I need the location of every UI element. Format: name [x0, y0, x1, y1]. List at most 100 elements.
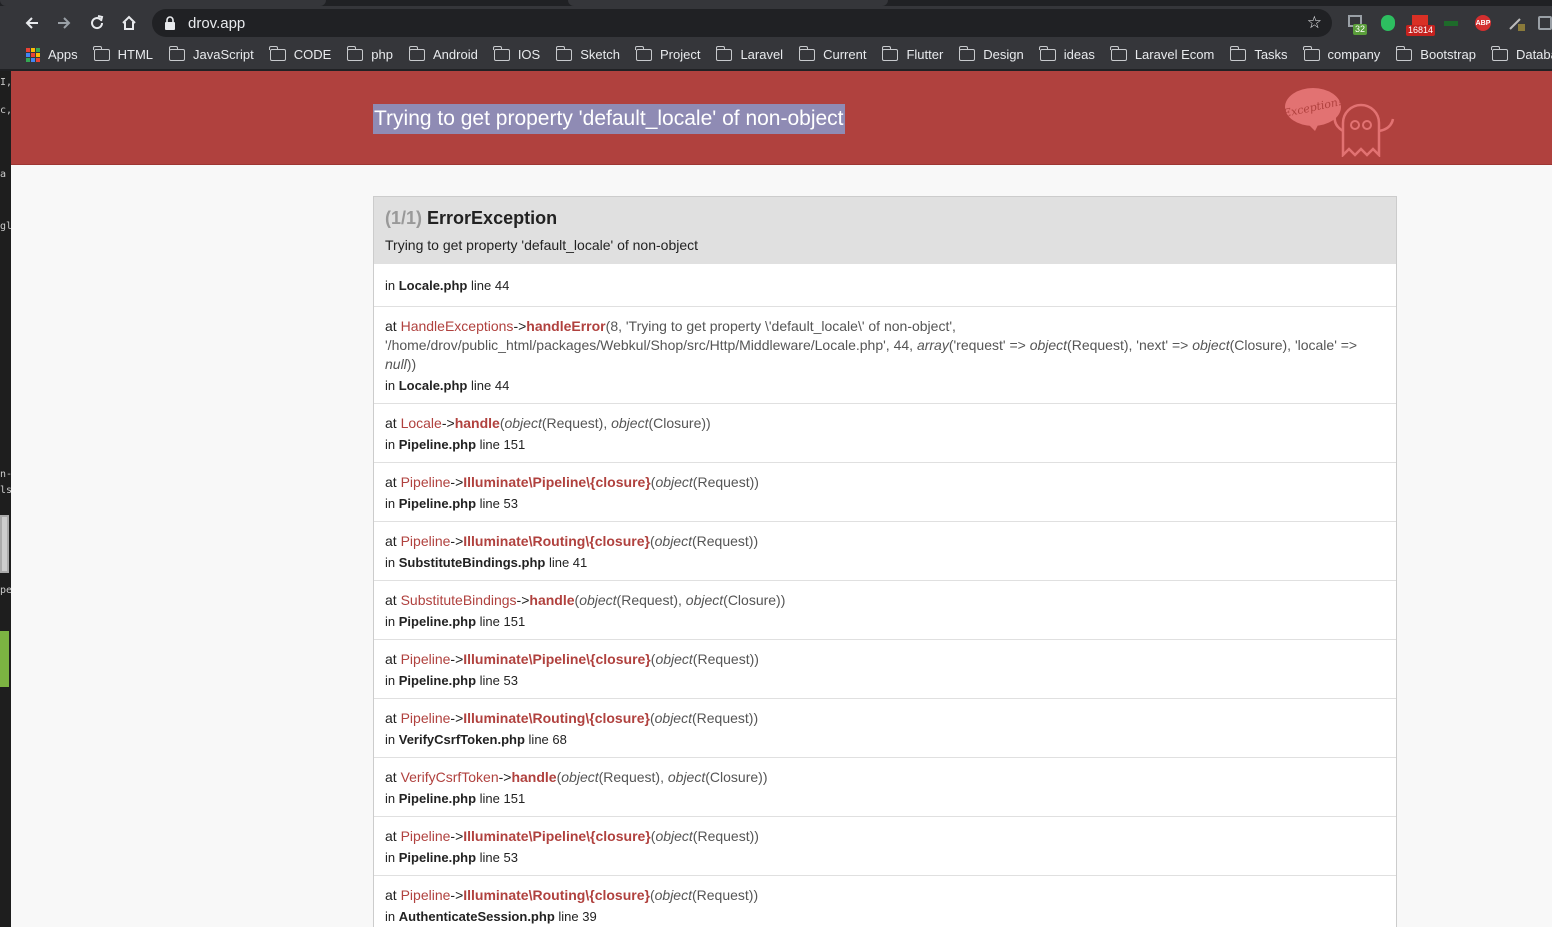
stack-trace-row: at Pipeline->Illuminate\Routing\{closure… — [374, 875, 1396, 927]
background-text: gl — [0, 221, 11, 232]
exception-message-title: Trying to get property 'default_locale' … — [373, 104, 845, 134]
background-text: pe — [0, 585, 11, 596]
bookmark-folder[interactable]: Databas — [1491, 45, 1552, 62]
trace-line: line 39 — [558, 909, 597, 924]
trace-arrow: -> — [450, 474, 464, 490]
bookmark-star-icon[interactable]: ☆ — [1307, 13, 1322, 33]
trace-line: line 151 — [479, 791, 526, 806]
trace-class: HandleExceptions — [400, 318, 514, 334]
trace-function: Illuminate\Routing\{closure} — [463, 710, 650, 726]
bookmark-folder[interactable]: Laravel — [715, 45, 783, 62]
background-thumbnail — [0, 515, 9, 573]
bookmark-label: HTML — [117, 47, 154, 62]
pencil-extension-icon[interactable] — [1507, 13, 1527, 33]
folder-icon — [346, 45, 364, 61]
folder-icon — [715, 45, 733, 61]
bookmark-folder[interactable]: HTML — [93, 45, 154, 62]
trace-function: handle — [511, 769, 557, 785]
url-text: drov.app — [188, 14, 246, 32]
trace-line: line 53 — [479, 673, 518, 688]
trace-arguments: (object(Request)) — [649, 710, 759, 726]
bookmark-label: company — [1327, 47, 1381, 62]
trace-file: AuthenticateSession.php — [398, 909, 555, 924]
address-bar[interactable]: drov.app ☆ — [152, 9, 1332, 37]
trace-function: Illuminate\Routing\{closure} — [463, 533, 650, 549]
trace-file: Pipeline.php — [398, 437, 477, 452]
arrow-right-icon — [58, 17, 71, 29]
bookmark-apps[interactable]: Apps — [26, 47, 78, 62]
trace-file: Locale.php — [398, 278, 468, 293]
trace-class: Pipeline — [400, 533, 451, 549]
trace-location: in Locale.php line 44 — [374, 263, 1396, 306]
extension-green-icon[interactable] — [1442, 13, 1462, 33]
bookmark-folder[interactable]: Laravel Ecom — [1110, 45, 1214, 62]
stack-trace-row: at Pipeline->Illuminate\Routing\{closure… — [374, 521, 1396, 580]
bookmark-label: Current — [823, 47, 867, 62]
bookmark-folder[interactable]: company — [1303, 45, 1381, 62]
trace-class: Pipeline — [400, 710, 451, 726]
trace-location: in Pipeline.php line 53 — [385, 850, 518, 865]
background-thumbnail — [0, 631, 9, 687]
folder-icon — [555, 45, 573, 61]
trace-line: line 41 — [548, 555, 588, 570]
stack-trace-row: at VerifyCsrfToken->handle(object(Reques… — [374, 757, 1396, 816]
bookmark-folder[interactable]: php — [346, 45, 393, 62]
trace-arguments: (object(Request), object(Closure)) — [556, 769, 768, 785]
page-viewport: Trying to get property 'default_locale' … — [11, 71, 1552, 927]
bookmark-folder[interactable]: ideas — [1039, 45, 1095, 62]
trace-location: in VerifyCsrfToken.php line 68 — [385, 732, 567, 747]
folder-icon — [1395, 45, 1413, 61]
bookmark-label: Android — [433, 47, 478, 62]
trace-class: Pipeline — [400, 828, 451, 844]
background-text: a — [0, 169, 7, 180]
bookmark-folder[interactable]: Android — [408, 45, 478, 62]
trace-file: VerifyCsrfToken.php — [398, 732, 525, 747]
trace-class: SubstituteBindings — [400, 592, 517, 608]
bookmark-folder[interactable]: Sketch — [555, 45, 620, 62]
bookmark-folder[interactable]: Tasks — [1229, 45, 1288, 62]
back-button[interactable] — [18, 9, 46, 37]
trace-function: Illuminate\Routing\{closure} — [463, 887, 650, 903]
trace-file: Locale.php — [398, 378, 468, 393]
trace-arguments: (object(Request)) — [649, 533, 759, 549]
evernote-icon[interactable] — [1378, 13, 1398, 33]
extension-checkbox-icon[interactable] — [1536, 13, 1552, 33]
forward-button[interactable] — [50, 9, 78, 37]
bookmark-label: IOS — [517, 47, 541, 62]
folder-icon — [1491, 45, 1508, 61]
folder-icon — [493, 45, 510, 61]
bookmark-folder[interactable]: JavaScript — [168, 45, 254, 62]
bookmark-folder[interactable]: IOS — [493, 45, 541, 62]
trace-location: in Pipeline.php line 151 — [385, 791, 526, 806]
trace-arrow: -> — [450, 828, 464, 844]
bookmark-folder[interactable]: Flutter — [881, 45, 943, 62]
pencil-icon — [1509, 18, 1525, 31]
trace-file: Pipeline.php — [398, 614, 477, 629]
trace-line: line 151 — [479, 437, 526, 452]
lock-icon — [165, 16, 175, 30]
trace-location: in Pipeline.php line 53 — [385, 496, 518, 511]
bookmark-folder[interactable]: CODE — [269, 45, 331, 62]
bookmark-folder[interactable]: Current — [798, 45, 867, 62]
folder-icon — [635, 45, 652, 61]
trace-function: handle — [454, 415, 500, 431]
bookmarks-bar: Apps HTML JavaScript CODE php Android IO… — [0, 40, 1552, 70]
trace-arrow: -> — [450, 710, 464, 726]
folder-icon — [1229, 45, 1247, 61]
trace-arrow: -> — [450, 651, 464, 667]
stack-trace-row: at Pipeline->Illuminate\Pipeline\{closur… — [374, 639, 1396, 698]
background-text: I, — [0, 77, 11, 88]
bookmark-label: Design — [983, 47, 1024, 62]
bookmark-folder[interactable]: Design — [958, 45, 1024, 62]
exception-count: (1/1) — [385, 208, 423, 228]
stack-trace-row: at Locale->handle(object(Request), objec… — [374, 403, 1396, 462]
reload-button[interactable] — [83, 9, 111, 37]
home-button[interactable] — [115, 9, 143, 37]
browser-toolbar: drov.app ☆ 32 16814 ABP — [0, 6, 1552, 40]
trace-file: Pipeline.php — [398, 850, 477, 865]
bookmark-folder[interactable]: Project — [635, 45, 700, 62]
bookmark-folder[interactable]: Bootstrap — [1395, 45, 1476, 62]
extension-notes-icon[interactable]: 32 — [1346, 13, 1368, 35]
gmail-icon[interactable]: 16814 — [1406, 13, 1436, 36]
adblock-plus-icon[interactable]: ABP — [1473, 13, 1493, 33]
